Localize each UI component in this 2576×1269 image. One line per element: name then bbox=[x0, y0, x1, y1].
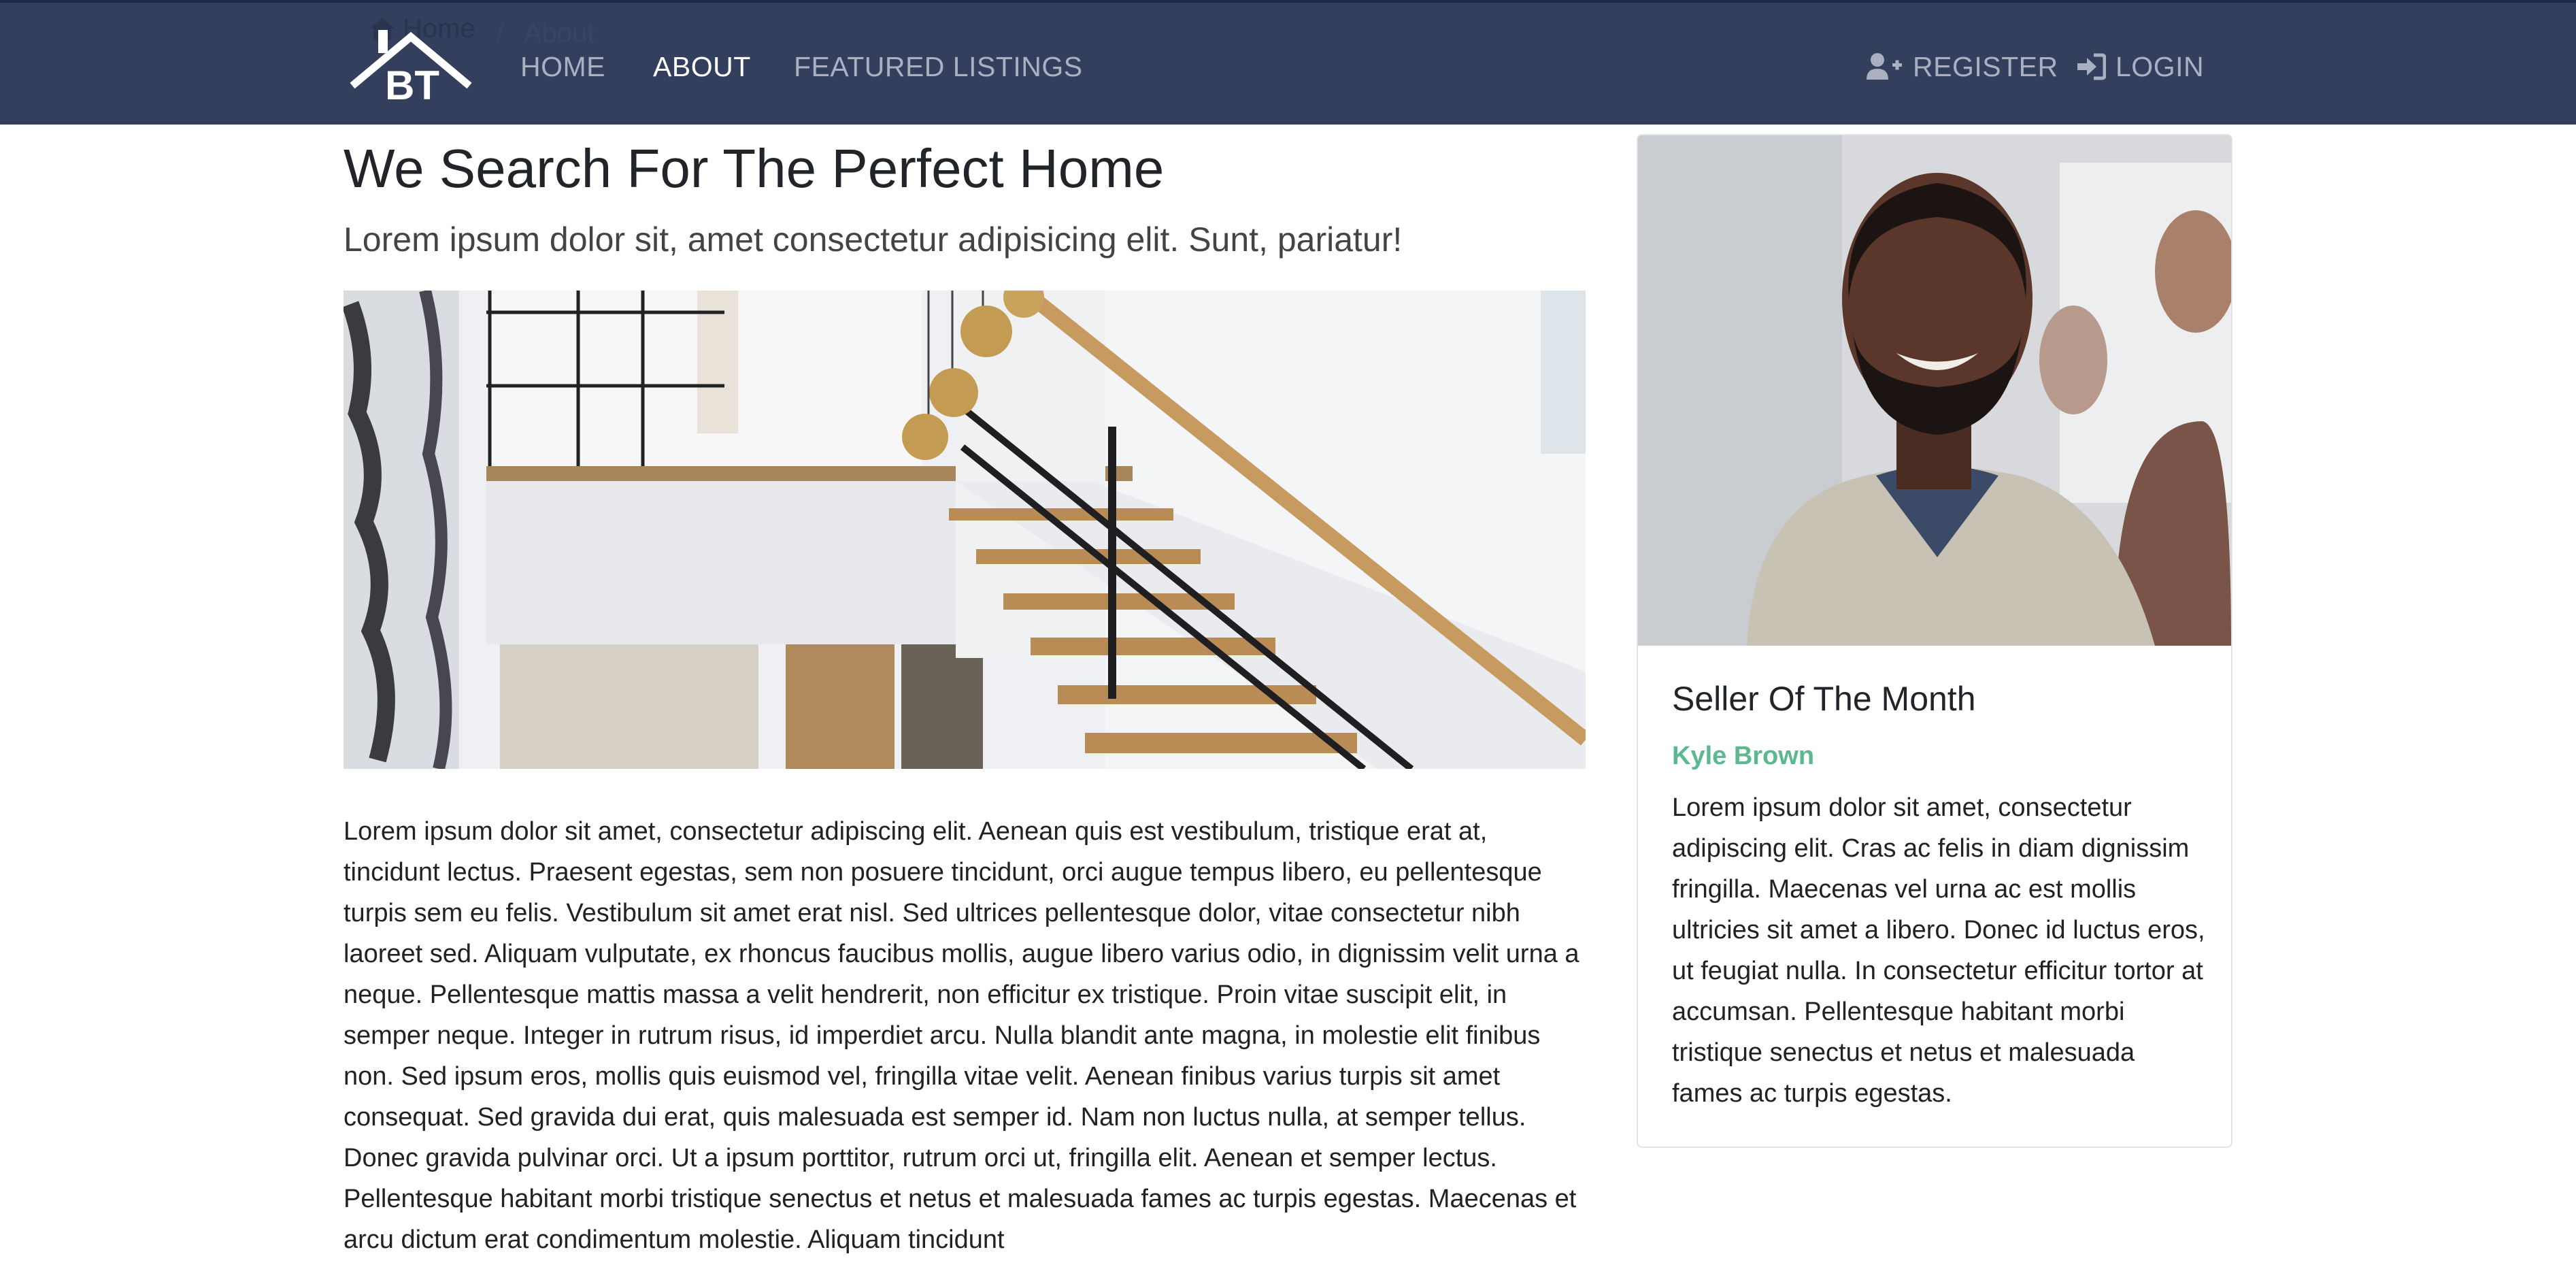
nav-featured-listings-link[interactable]: FEATURED LISTINGS bbox=[794, 44, 1083, 90]
seller-of-month-card: Seller Of The Month Kyle Brown Lorem ips… bbox=[1637, 134, 2232, 1148]
seller-description: Lorem ipsum dolor sit amet, consectetur … bbox=[1672, 793, 2205, 1108]
sign-in-icon bbox=[2077, 53, 2106, 80]
page-title: We Search For The Perfect Home bbox=[344, 138, 1165, 199]
nav-home-link[interactable]: HOME bbox=[520, 44, 605, 90]
card-title: Seller Of The Month bbox=[1672, 680, 1976, 718]
nav-about-link[interactable]: ABOUT bbox=[653, 44, 751, 90]
login-label: LOGIN bbox=[2115, 51, 2205, 82]
nav-register-link[interactable]: REGISTER bbox=[1865, 44, 2058, 90]
breadcrumb-separator: / bbox=[496, 18, 504, 48]
brand-logo[interactable]: BT bbox=[348, 27, 473, 103]
main-navbar: Home / About BT HOME ABOUT FEATURED LIST… bbox=[0, 3, 2576, 125]
nav-login-link[interactable]: LOGIN bbox=[2076, 44, 2204, 90]
about-body-text: Lorem ipsum dolor sit amet, consectetur … bbox=[344, 817, 1579, 1254]
user-plus-icon bbox=[1867, 53, 1902, 80]
seller-photo bbox=[1638, 135, 2231, 646]
logo-text: BT bbox=[385, 63, 439, 103]
page-lead: Lorem ipsum dolor sit, amet consectetur … bbox=[344, 220, 1403, 259]
seller-name: Kyle Brown bbox=[1672, 742, 1815, 770]
staircase-hero-image bbox=[344, 291, 1586, 769]
house-logo-icon: BT bbox=[350, 30, 472, 103]
register-label: REGISTER bbox=[1913, 51, 2058, 82]
